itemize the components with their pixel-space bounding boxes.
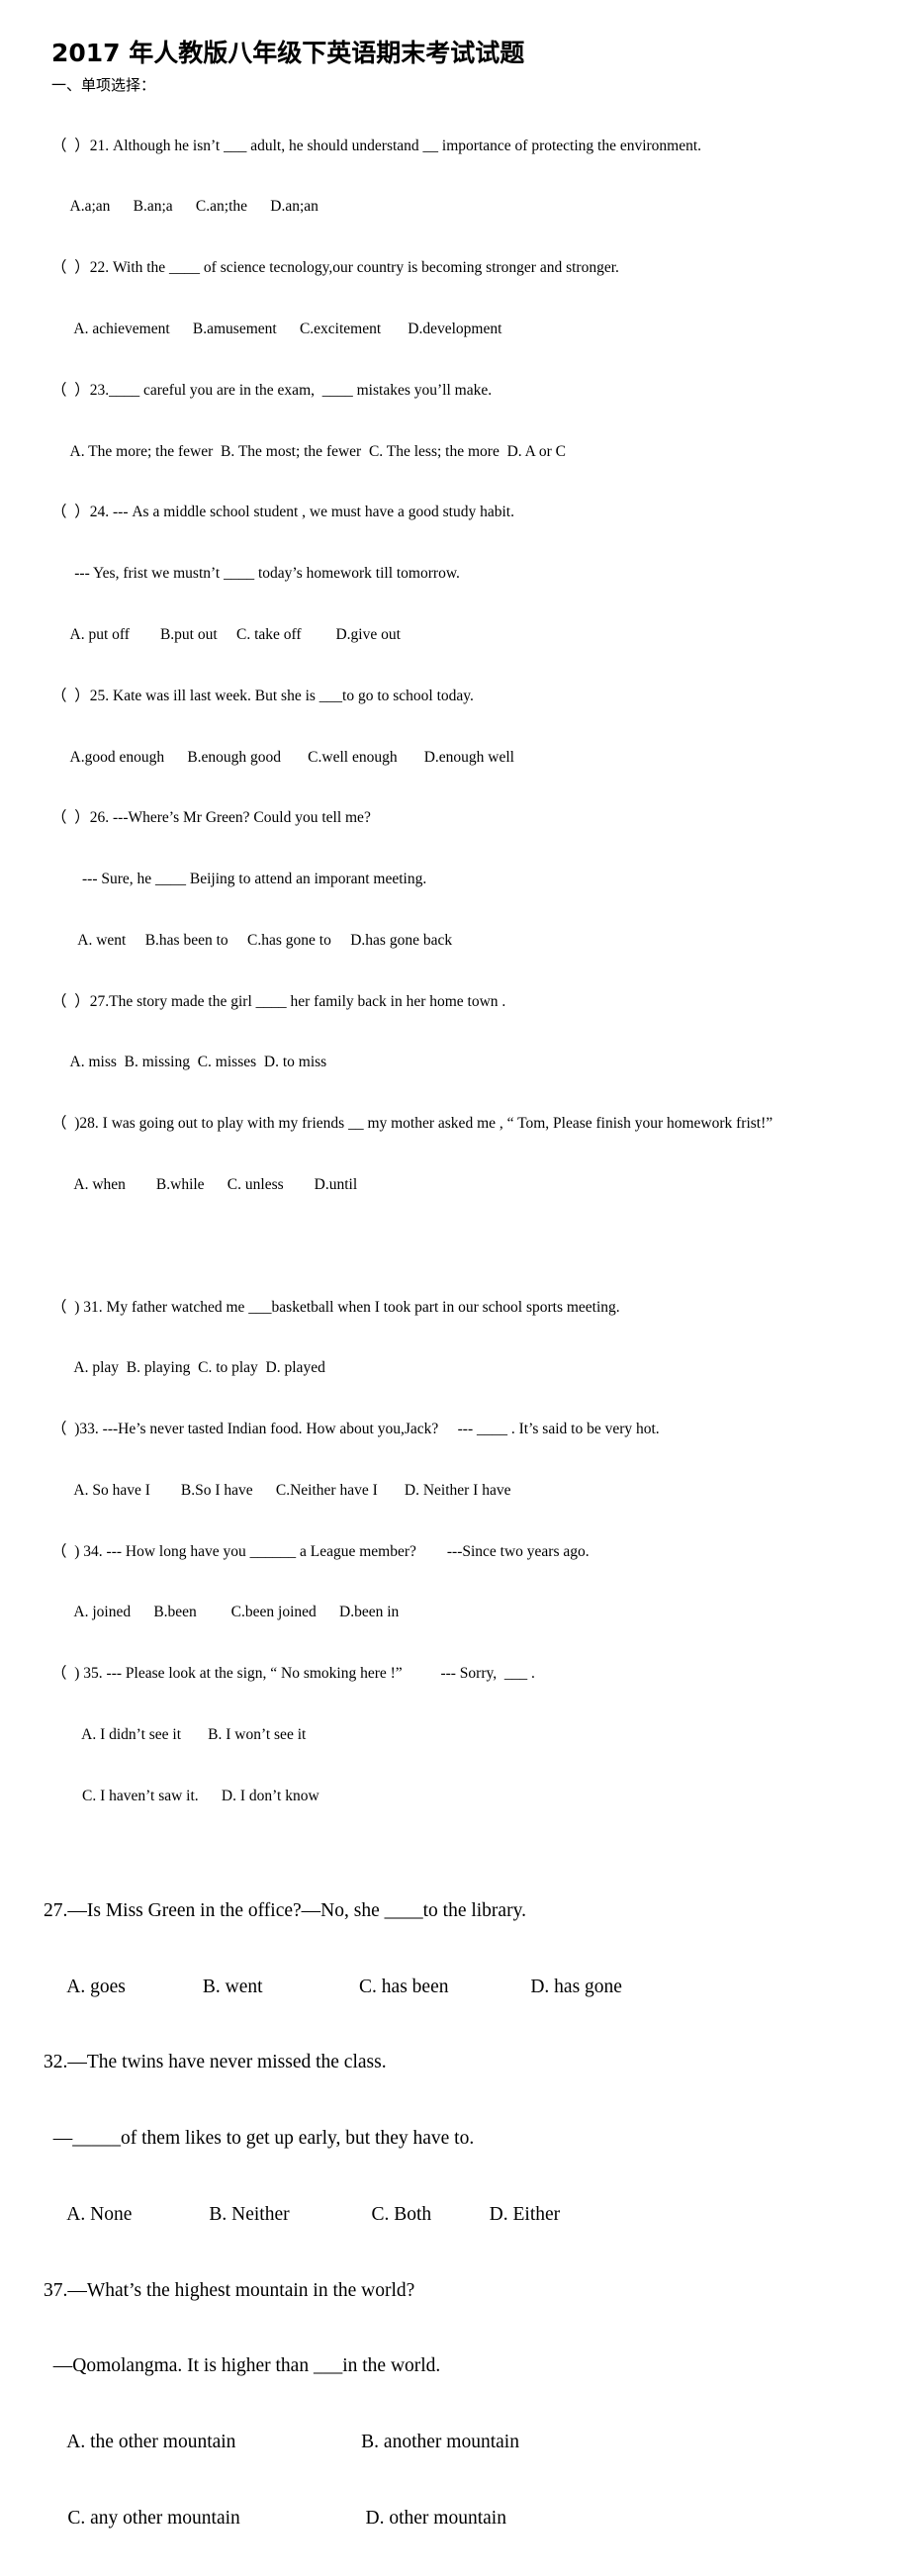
option-line: A. I didn’t see it B. I won’t see it <box>51 1726 307 1743</box>
question-line: （ ) 31. My father watched me ___basketba… <box>51 1298 620 1316</box>
question-line: （ ）27.The story made the girl ____ her f… <box>51 992 506 1010</box>
option-line: A. miss B. missing C. misses D. to miss <box>51 1054 327 1071</box>
option-line: A. put off B.put out C. take off D.give … <box>51 625 401 643</box>
option-line: A. joined B.been C.been joined D.been in <box>51 1604 400 1621</box>
question-line: （ ）22. With the ____ of science tecnolog… <box>51 259 619 277</box>
page-title: 2017 年人教版八年级下英语期末考试试题 <box>51 39 525 67</box>
option-line: A. achievement B.amusement C.excitement … <box>51 321 502 338</box>
option-line: A. goes B. went C. has been D. has gone <box>44 1976 622 1997</box>
option-line: A. None B. Neither C. Both D. Either <box>44 2203 561 2225</box>
option-line: A. went B.has been to C.has gone to D.ha… <box>51 931 453 949</box>
question-line: 37.—What’s the highest mountain in the w… <box>44 2279 415 2301</box>
question-line: （ ) 35. --- Please look at the sign, “ N… <box>51 1665 535 1683</box>
question-line: 32.—The twins have never missed the clas… <box>44 2052 387 2073</box>
question-line: —_____of them likes to get up early, but… <box>44 2128 475 2150</box>
question-line: （ ) 34. --- How long have you ______ a L… <box>51 1542 590 1560</box>
section-heading: 一、单项选择： <box>51 77 156 94</box>
option-line: A. The more; the fewer B. The most; the … <box>51 442 567 460</box>
exam-paper-page: 2017 年人教版八年级下英语期末考试试题 一、单项选择： （ ）21. Alt… <box>0 0 910 2529</box>
option-line: A.a;an B.an;a C.an;the D.an;an <box>51 198 318 216</box>
question-line: （ )33. ---He’s never tasted Indian food.… <box>51 1421 660 1438</box>
option-line: A. the other mountain B. another mountai… <box>44 2432 519 2453</box>
option-line: C. any other mountain D. other mountain <box>44 2508 506 2529</box>
question-line: --- Yes, frist we mustn’t ____ today’s h… <box>51 565 460 583</box>
question-line: 27.—Is Miss Green in the office?—No, she… <box>44 1899 526 1921</box>
question-line: --- Sure, he ____ Beijing to attend an i… <box>51 871 427 888</box>
question-line: （ ）25. Kate was ill last week. But she i… <box>51 687 474 704</box>
question-line: —Qomolangma. It is higher than ___in the… <box>44 2355 441 2377</box>
option-line: A. So have I B.So I have C.Neither have … <box>51 1481 511 1499</box>
question-line: （ ）21. Although he isn’t ___ adult, he s… <box>51 137 702 154</box>
question-block-a: （ ）21. Although he isn’t ___ adult, he s… <box>0 96 910 1848</box>
option-line: A. when B.while C. unless D.until <box>51 1175 358 1193</box>
question-line: （ ）23.____ careful you are in the exam, … <box>51 381 493 399</box>
question-line: （ ）26. ---Where’s Mr Green? Could you te… <box>51 809 371 827</box>
option-line: A. play B. playing C. to play D. played <box>51 1359 325 1377</box>
question-block-b: 27.—Is Miss Green in the office?—No, she… <box>0 1848 910 2576</box>
option-line: A.good enough B.enough good C.well enoug… <box>51 748 514 766</box>
option-line: C. I haven’t saw it. D. I don’t know <box>51 1787 319 1804</box>
question-line: （ )28. I was going out to play with my f… <box>51 1115 774 1133</box>
question-line: （ ）24. --- As a middle school student , … <box>51 504 514 521</box>
